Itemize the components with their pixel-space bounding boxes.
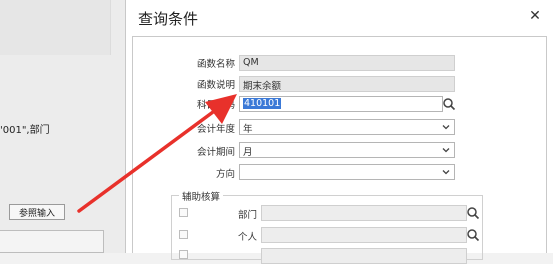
person-input[interactable] xyxy=(261,227,467,243)
dept-checkbox[interactable] xyxy=(179,208,188,217)
dialog-body: 函数名称 QM 函数说明 期末余额 科目编码 410101 会计年度 年 会计期… xyxy=(132,36,547,264)
func-desc-field: 期末余额 xyxy=(239,76,455,92)
background-box xyxy=(0,230,104,253)
fiscal-year-select[interactable]: 年 xyxy=(239,119,455,135)
account-code-value: 410101 xyxy=(243,98,282,109)
partial-input[interactable] xyxy=(261,248,467,264)
reference-input-button[interactable]: 参照输入 xyxy=(9,204,65,220)
func-name-field: QM xyxy=(239,55,455,71)
chevron-down-icon xyxy=(442,148,450,153)
background-gray-area xyxy=(0,0,111,55)
chevron-down-icon xyxy=(442,125,450,130)
person-checkbox[interactable] xyxy=(179,230,188,239)
chevron-down-icon xyxy=(442,170,450,175)
background-partial-text: '001",部门 xyxy=(0,125,50,136)
fiscal-period-value: 月 xyxy=(243,147,253,158)
fiscal-year-value: 年 xyxy=(243,124,253,135)
account-code-label: 科目编码 xyxy=(196,100,235,111)
background-window: '001",部门 参照输入 xyxy=(0,0,126,253)
person-label: 个人 xyxy=(237,232,257,243)
account-code-input[interactable]: 410101 xyxy=(239,96,443,112)
aux-accounting-title: 辅助核算 xyxy=(179,189,224,203)
search-icon[interactable] xyxy=(466,206,480,220)
partial-checkbox[interactable] xyxy=(179,250,188,259)
fiscal-period-select[interactable]: 月 xyxy=(239,142,455,158)
fiscal-period-label: 会计期间 xyxy=(196,147,235,158)
search-icon[interactable] xyxy=(466,228,480,242)
search-icon[interactable] xyxy=(442,97,456,111)
close-icon[interactable]: ✕ xyxy=(525,6,545,26)
direction-select[interactable] xyxy=(239,164,455,180)
func-desc-label: 函数说明 xyxy=(196,80,235,91)
fiscal-year-label: 会计年度 xyxy=(196,124,235,135)
query-conditions-dialog: 查询条件 ✕ 函数名称 QM 函数说明 期末余额 科目编码 410101 会计年… xyxy=(126,0,553,264)
dept-input[interactable] xyxy=(261,205,467,221)
func-name-label: 函数名称 xyxy=(196,59,235,70)
dept-label: 部门 xyxy=(237,210,257,221)
dialog-title: 查询条件 xyxy=(138,10,199,28)
dialog-header: 查询条件 ✕ xyxy=(126,0,553,36)
direction-label: 方向 xyxy=(215,169,235,180)
